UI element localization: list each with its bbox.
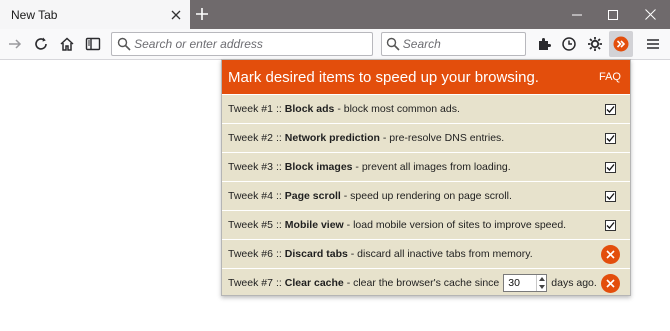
tweak-separator: :: xyxy=(275,161,282,173)
tweak-checkbox[interactable] xyxy=(599,211,621,239)
checkmark-icon xyxy=(604,103,616,115)
checkmark-icon xyxy=(604,132,616,144)
tweak-checkbox[interactable] xyxy=(599,153,621,181)
tweak-description: - block most common ads. xyxy=(337,103,460,115)
sidebar-icon[interactable] xyxy=(81,32,105,56)
arrow-right-icon[interactable] xyxy=(3,32,27,56)
tweak-prefix: Tweek #6 xyxy=(228,248,273,260)
address-input[interactable] xyxy=(134,37,372,51)
tweak-label: Tweek #6 :: Discard tabs - discard all i… xyxy=(228,248,533,260)
tweak-prefix: Tweek #2 xyxy=(228,132,273,144)
tweak-row-block-images: Tweek #3 :: Block images - prevent all i… xyxy=(222,152,630,181)
tweak-description: - discard all inactive tabs from memory. xyxy=(350,248,533,260)
tweak-row-block-ads: Tweek #1 :: Block ads - block most commo… xyxy=(222,94,630,123)
tweak-row-network-prediction: Tweek #2 :: Network prediction - pre-res… xyxy=(222,123,630,152)
tweak-toggle-button[interactable] xyxy=(599,240,621,268)
tweak-prefix: Tweek #5 xyxy=(228,219,273,231)
search-icon xyxy=(114,33,134,55)
tweak-description: - speed up rendering on page scroll. xyxy=(343,190,512,202)
checkmark-icon xyxy=(604,190,616,202)
checkmark-icon xyxy=(604,161,616,173)
plus-icon[interactable] xyxy=(191,3,213,25)
tweak-suffix: days ago. xyxy=(551,277,597,289)
tweak-label: Tweek #5 :: Mobile view - load mobile ve… xyxy=(228,219,566,231)
close-icon[interactable] xyxy=(166,5,186,25)
tweak-description: - pre-resolve DNS entries. xyxy=(382,132,505,144)
tweak-row-mobile-view: Tweek #5 :: Mobile view - load mobile ve… xyxy=(222,210,630,239)
tweak-label: Tweek #2 :: Network prediction - pre-res… xyxy=(228,132,504,144)
search-bar[interactable] xyxy=(381,32,526,56)
search-icon xyxy=(384,33,403,55)
popup-header: Mark desired items to speed up your brow… xyxy=(222,60,630,94)
tweak-row-clear-cache: Tweek #7 :: Clear cache - clear the brow… xyxy=(222,268,630,297)
tweak-name: Network prediction xyxy=(284,132,380,144)
tweak-label: Tweek #1 :: Block ads - block most commo… xyxy=(228,103,460,115)
chevron-down-icon[interactable] xyxy=(537,283,546,291)
chevron-up-icon[interactable] xyxy=(537,275,546,283)
tweak-separator: :: xyxy=(275,103,282,115)
popup-title: Mark desired items to speed up your brow… xyxy=(228,68,539,86)
tweak-prefix: Tweek #3 xyxy=(228,161,273,173)
tweak-name: Discard tabs xyxy=(284,248,348,260)
close-icon xyxy=(600,273,620,293)
tweak-prefix: Tweek #1 xyxy=(228,103,273,115)
tweak-separator: :: xyxy=(275,219,282,231)
window-close-icon[interactable] xyxy=(630,0,670,29)
tweak-separator: :: xyxy=(275,190,282,202)
tweak-description: - load mobile version of sites to improv… xyxy=(346,219,567,231)
tweak-name: Clear cache xyxy=(284,277,344,289)
tweak-label: Tweek #7 :: Clear cache - clear the brow… xyxy=(228,274,597,292)
tweak-prefix: Tweek #7 xyxy=(228,277,273,289)
tweak-name: Page scroll xyxy=(284,190,341,202)
checkmark-icon xyxy=(604,219,616,231)
reload-icon[interactable] xyxy=(29,32,53,56)
minimize-icon[interactable] xyxy=(557,0,597,29)
tweak-label: Tweek #4 :: Page scroll - speed up rende… xyxy=(228,190,512,202)
settings-icon[interactable] xyxy=(583,32,607,56)
speed-tweaks-extension-icon[interactable] xyxy=(609,31,633,57)
menu-icon[interactable] xyxy=(641,32,665,56)
tweak-name: Block ads xyxy=(284,103,335,115)
days-stepper[interactable]: 30 xyxy=(503,274,548,292)
navigation-toolbar xyxy=(0,29,670,60)
tweak-separator: :: xyxy=(275,248,282,260)
tweak-name: Mobile view xyxy=(284,219,344,231)
search-input[interactable] xyxy=(402,37,525,51)
tab-strip: New Tab xyxy=(0,0,670,29)
maximize-icon[interactable] xyxy=(593,0,633,29)
stepper-arrows[interactable] xyxy=(536,275,546,291)
history-icon[interactable] xyxy=(557,32,581,56)
tweak-label: Tweek #3 :: Block images - prevent all i… xyxy=(228,161,511,173)
tweak-separator: :: xyxy=(275,132,282,144)
tweak-prefix: Tweek #4 xyxy=(228,190,273,202)
tweak-checkbox[interactable] xyxy=(599,95,621,123)
tweak-description: - clear the browser's cache since xyxy=(346,277,500,289)
tweak-row-page-scroll: Tweek #4 :: Page scroll - speed up rende… xyxy=(222,181,630,210)
faq-link[interactable]: FAQ xyxy=(599,71,621,83)
tweak-checkbox[interactable] xyxy=(599,124,621,152)
close-icon xyxy=(600,244,620,264)
tweak-row-discard-tabs: Tweek #6 :: Discard tabs - discard all i… xyxy=(222,239,630,268)
tab-title: New Tab xyxy=(11,7,58,22)
tweak-separator: :: xyxy=(275,277,282,289)
speed-tweaks-popup: Mark desired items to speed up your brow… xyxy=(221,59,631,296)
tweak-toggle-button[interactable] xyxy=(599,269,621,297)
tweak-description: - prevent all images from loading. xyxy=(355,161,511,173)
home-icon[interactable] xyxy=(55,32,79,56)
days-value[interactable]: 30 xyxy=(504,277,536,289)
address-bar[interactable] xyxy=(111,32,373,56)
tweak-name: Block images xyxy=(284,161,353,173)
tweak-checkbox[interactable] xyxy=(599,182,621,210)
tab-new-tab[interactable]: New Tab xyxy=(0,0,190,29)
extensions-icon[interactable] xyxy=(532,32,556,56)
